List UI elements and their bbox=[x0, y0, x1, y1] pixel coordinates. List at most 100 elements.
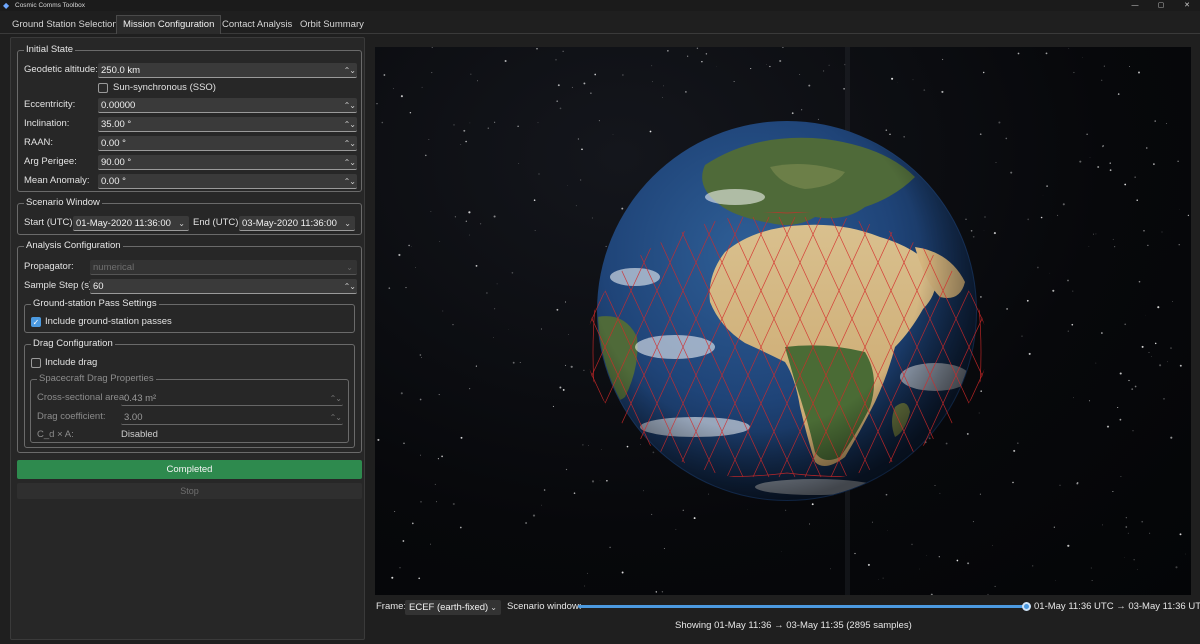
star bbox=[605, 245, 607, 247]
star bbox=[1187, 214, 1190, 217]
star bbox=[460, 436, 463, 439]
end-utc-datetime[interactable]: 03-May-2020 11:36:00 ⌄ bbox=[239, 216, 355, 231]
tab-contact-analysis[interactable]: Contact Analysis bbox=[215, 15, 299, 34]
close-icon[interactable]: ✕ bbox=[1174, 0, 1200, 11]
star bbox=[393, 88, 394, 89]
inclination-label: Inclination: bbox=[24, 118, 70, 129]
include-gs-passes-label: Include ground-station passes bbox=[45, 316, 172, 327]
star bbox=[391, 576, 394, 579]
star bbox=[911, 543, 913, 546]
track-pass-descending bbox=[389, 217, 509, 477]
spin-arrows-icon[interactable]: ⌃⌄ bbox=[344, 155, 356, 169]
globe-scene bbox=[376, 47, 1190, 595]
tab-ground-station-selection[interactable]: Ground Station Selection bbox=[5, 15, 125, 34]
arg-perigee-label: Arg Perigee: bbox=[24, 156, 77, 167]
spin-arrows-icon[interactable]: ⌃⌄ bbox=[344, 63, 356, 77]
star bbox=[1172, 301, 1173, 302]
star bbox=[587, 572, 588, 574]
inclination-spinbox[interactable]: 35.00 ° ⌃⌄ bbox=[98, 117, 357, 132]
star bbox=[431, 72, 433, 74]
scenario-slider-handle[interactable] bbox=[1022, 602, 1031, 611]
star bbox=[439, 240, 441, 243]
star bbox=[1026, 299, 1029, 302]
star bbox=[1154, 342, 1157, 345]
status-text: Showing 01-May 11:36 → 03-May 11:35 (289… bbox=[675, 620, 912, 631]
star bbox=[823, 70, 825, 72]
chevron-down-icon[interactable]: ⌄ bbox=[344, 216, 351, 230]
minimize-icon[interactable]: — bbox=[1122, 0, 1148, 11]
star bbox=[556, 100, 559, 103]
include-gs-passes-checkbox[interactable]: ✓ bbox=[31, 317, 41, 327]
star bbox=[568, 334, 569, 335]
star bbox=[493, 215, 496, 218]
star bbox=[1120, 476, 1122, 477]
star bbox=[408, 244, 410, 247]
star bbox=[663, 547, 665, 550]
star bbox=[519, 362, 521, 363]
track-pass-descending bbox=[1065, 217, 1185, 477]
arg-perigee-spinbox[interactable]: 90.00 ° ⌃⌄ bbox=[98, 155, 357, 170]
drag-properties-title: Spacecraft Drag Properties bbox=[37, 373, 156, 385]
star bbox=[667, 50, 669, 52]
star bbox=[477, 80, 478, 82]
star bbox=[651, 65, 653, 67]
star bbox=[1088, 246, 1090, 248]
star bbox=[808, 523, 811, 525]
star bbox=[707, 493, 709, 495]
star bbox=[705, 53, 708, 55]
eccentricity-spinbox[interactable]: 0.00000 ⌃⌄ bbox=[98, 98, 357, 113]
spin-arrows-icon[interactable]: ⌃⌄ bbox=[344, 174, 356, 188]
tab-mission-configuration[interactable]: Mission Configuration bbox=[116, 15, 222, 34]
track-pass-ascending bbox=[1039, 217, 1159, 477]
spin-arrows-icon[interactable]: ⌃⌄ bbox=[344, 98, 356, 112]
chevron-down-icon[interactable]: ⌄ bbox=[490, 600, 497, 615]
star bbox=[469, 122, 471, 124]
maximize-icon[interactable]: ▢ bbox=[1148, 0, 1174, 11]
star bbox=[419, 398, 422, 401]
drag-config-title: Drag Configuration bbox=[31, 338, 115, 350]
spin-arrows-icon: ⌃⌄ bbox=[329, 394, 342, 403]
star bbox=[430, 543, 431, 545]
star bbox=[885, 129, 888, 131]
star bbox=[970, 229, 973, 232]
spin-arrows-icon[interactable]: ⌃⌄ bbox=[344, 117, 356, 131]
propagator-label: Propagator: bbox=[24, 261, 74, 272]
sample-step-spinbox[interactable]: 60 ⌃⌄ bbox=[90, 279, 357, 294]
star bbox=[941, 90, 944, 93]
frame-select[interactable]: ECEF (earth-fixed) ⌄ bbox=[405, 600, 501, 615]
altitude-spinbox[interactable]: 250.0 km ⌃⌄ bbox=[98, 63, 357, 78]
start-utc-label: Start (UTC): bbox=[24, 217, 76, 228]
star bbox=[400, 95, 403, 98]
altitude-label: Geodetic altitude: bbox=[24, 64, 98, 75]
star bbox=[1013, 449, 1016, 452]
star bbox=[425, 154, 427, 157]
star bbox=[441, 455, 443, 458]
star bbox=[577, 138, 580, 140]
star bbox=[891, 77, 894, 80]
star bbox=[582, 444, 584, 446]
star bbox=[939, 492, 941, 494]
mean-anomaly-spinbox[interactable]: 0.00 ° ⌃⌄ bbox=[98, 174, 357, 189]
star bbox=[1059, 484, 1061, 486]
raan-spinbox[interactable]: 0.00 ° ⌃⌄ bbox=[98, 136, 357, 151]
globe-viewer[interactable] bbox=[375, 47, 1191, 595]
star bbox=[1073, 397, 1074, 399]
star bbox=[651, 81, 653, 83]
include-drag-label: Include drag bbox=[45, 357, 98, 368]
scenario-slider-track[interactable] bbox=[578, 605, 1028, 608]
star bbox=[1179, 533, 1182, 536]
sso-checkbox[interactable] bbox=[98, 83, 108, 93]
chevron-down-icon[interactable]: ⌄ bbox=[178, 216, 185, 230]
start-utc-datetime[interactable]: 01-May-2020 11:36:00 ⌄ bbox=[73, 216, 189, 231]
spin-arrows-icon[interactable]: ⌃⌄ bbox=[344, 279, 356, 293]
star bbox=[1068, 48, 1070, 49]
arg-perigee-value: 90.00 ° bbox=[101, 157, 132, 168]
star bbox=[532, 514, 536, 517]
completed-button[interactable]: Completed bbox=[17, 460, 362, 479]
stop-button: Stop bbox=[17, 483, 362, 499]
include-drag-checkbox[interactable] bbox=[31, 358, 41, 368]
star bbox=[1124, 183, 1127, 186]
spin-arrows-icon[interactable]: ⌃⌄ bbox=[344, 136, 356, 150]
star bbox=[1012, 481, 1014, 484]
tab-orbit-summary[interactable]: Orbit Summary bbox=[293, 15, 371, 34]
